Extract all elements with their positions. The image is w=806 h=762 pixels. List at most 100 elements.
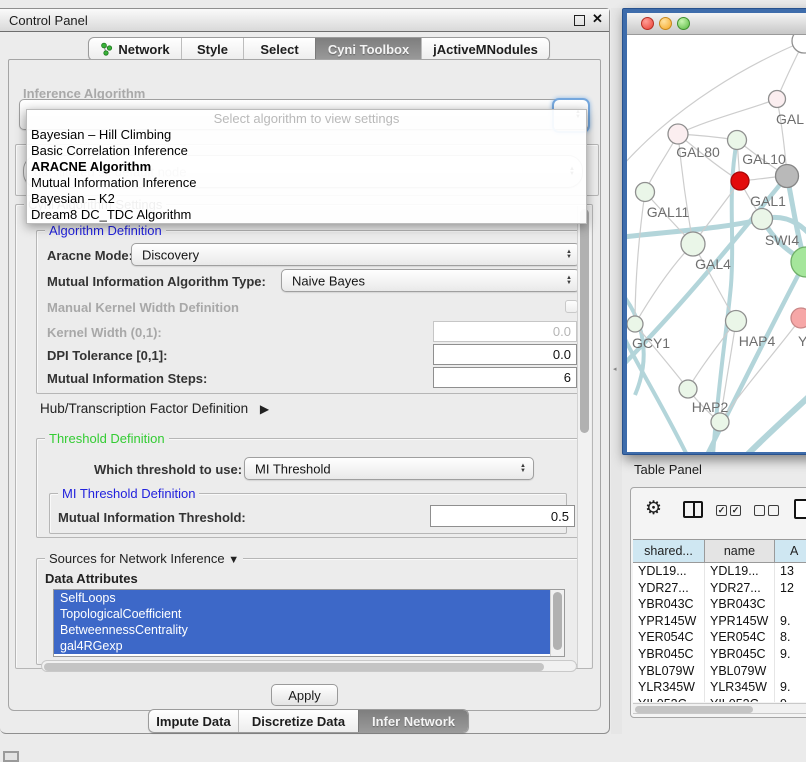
cell-value[interactable]: 9. — [775, 613, 806, 630]
close-window-button[interactable] — [641, 17, 654, 30]
cell-value[interactable]: 9. — [775, 679, 806, 696]
tab-infer-network[interactable]: Infer Network — [358, 710, 468, 732]
node-left[interactable] — [627, 316, 643, 332]
cell-shared-name[interactable]: YIL052C — [633, 696, 705, 702]
scrollbar-thumb[interactable] — [44, 663, 544, 671]
select-all-checkbox-icon[interactable]: ✓ — [730, 505, 741, 516]
cell-value[interactable]: 9. — [775, 646, 806, 663]
attribute-item-selected[interactable]: TopologicalCoefficient — [54, 606, 564, 622]
network-window-titlebar[interactable] — [627, 13, 806, 35]
sources-toggle[interactable]: Sources for Network Inference ▼ — [45, 551, 243, 566]
list-horizontal-scrollbar[interactable] — [41, 660, 577, 672]
attribute-item-selected[interactable]: BetweennessCentrality — [54, 622, 564, 638]
gear-icon[interactable]: ⚙ — [645, 497, 662, 520]
attribute-item-selected[interactable]: SelfLoops — [54, 590, 564, 606]
cell-shared-name[interactable]: YBR043C — [633, 596, 705, 613]
cell-name[interactable]: YIL052C — [705, 696, 775, 702]
cell-name[interactable]: YBR045C — [705, 646, 775, 663]
cell-name[interactable]: YLR345W — [705, 679, 775, 696]
node-hap2[interactable] — [679, 380, 697, 398]
scrollbar-thumb[interactable] — [635, 706, 753, 713]
aracne-mode-combo[interactable]: Discovery ▲▼ — [131, 243, 580, 266]
cell-shared-name[interactable]: YBR045C — [633, 646, 705, 663]
cell-shared-name[interactable]: YPR145W — [633, 613, 705, 630]
cell-name[interactable]: YER054C — [705, 629, 775, 646]
node-gal11[interactable] — [636, 183, 655, 202]
mi-steps-field[interactable] — [433, 367, 577, 388]
tab-cyni-toolbox[interactable]: Cyni Toolbox — [315, 38, 421, 60]
cell-name[interactable]: YBL079W — [705, 663, 775, 680]
cell-value[interactable]: 8. — [775, 629, 806, 646]
dpi-tolerance-field[interactable] — [433, 344, 577, 365]
column-header-shared-name[interactable]: shared... — [633, 540, 705, 562]
popup-item[interactable]: Dream8 DC_TDC Algorithm — [27, 207, 586, 223]
tab-impute-data[interactable]: Impute Data — [149, 710, 238, 732]
cell-shared-name[interactable]: YDR27... — [633, 580, 705, 597]
cell-name[interactable]: YDL19... — [705, 563, 775, 580]
control-panel-titlebar[interactable]: Control Panel ✕ — [0, 9, 609, 32]
node-hap4[interactable] — [726, 311, 747, 332]
list-vertical-scrollbar[interactable] — [550, 590, 564, 656]
tab-style[interactable]: Style — [181, 38, 243, 60]
cell-shared-name[interactable]: YDL19... — [633, 563, 705, 580]
data-attributes-list[interactable]: SelfLoops TopologicalCoefficient Between… — [53, 589, 565, 657]
cell-value[interactable]: 9. — [775, 696, 806, 702]
zoom-window-button[interactable] — [677, 17, 690, 30]
select-all-checkbox-icon[interactable]: ✓ — [716, 505, 727, 516]
mi-threshold-field[interactable] — [430, 505, 575, 527]
popup-item[interactable]: Bayesian – K2 — [27, 191, 586, 207]
mi-algorithm-type-combo[interactable]: Naive Bayes ▲▼ — [281, 269, 580, 292]
network-canvas[interactable]: GAL GAL80 GAL10 GAL1 GAL11 SWI4 GAL4 GCY… — [627, 35, 806, 452]
hub-definition-toggle[interactable]: Hub/Transcription Factor Definition ▶ — [40, 401, 269, 416]
table-row[interactable]: YDR27... YDR27... 12 — [633, 580, 806, 597]
apply-button[interactable]: Apply — [271, 684, 338, 706]
split-divider[interactable]: ◂ — [611, 8, 622, 734]
cell-value[interactable]: 13 — [775, 563, 806, 580]
new-table-icon[interactable] — [794, 499, 806, 519]
table-row[interactable]: YBR045C YBR045C 9. — [633, 646, 806, 663]
table-row[interactable]: YIL052C YIL052C 9. — [633, 696, 806, 702]
tab-network[interactable]: Network — [89, 38, 181, 60]
column-header-name[interactable]: name — [705, 540, 775, 562]
cell-value[interactable] — [775, 596, 806, 613]
node-gray[interactable] — [776, 165, 799, 188]
deselect-all-checkbox-icon[interactable] — [754, 505, 765, 516]
node-gal1[interactable] — [731, 172, 749, 190]
node-unlabeled[interactable] — [792, 35, 806, 53]
kernel-width-field[interactable] — [433, 321, 577, 342]
table-row[interactable]: YPR145W YPR145W 9. — [633, 613, 806, 630]
cell-name[interactable]: YPR145W — [705, 613, 775, 630]
cell-shared-name[interactable]: YLR345W — [633, 679, 705, 696]
divider-collapse-icon[interactable]: ◂ — [613, 365, 617, 373]
popup-item[interactable]: Bayesian – Hill Climbing — [27, 127, 586, 143]
tab-discretize-data[interactable]: Discretize Data — [238, 710, 358, 732]
node-gal80[interactable] — [668, 124, 688, 144]
scrollbar-thumb[interactable] — [580, 209, 589, 433]
column-header-clipped[interactable]: A — [775, 540, 806, 562]
attribute-item-selected[interactable]: gal4RGexp — [54, 638, 564, 654]
settings-vertical-scrollbar[interactable] — [577, 206, 591, 668]
table-row[interactable]: YBL079W YBL079W — [633, 663, 806, 680]
cell-name[interactable]: YDR27... — [705, 580, 775, 597]
cell-shared-name[interactable]: YBL079W — [633, 663, 705, 680]
table-row[interactable]: YER054C YER054C 8. — [633, 629, 806, 646]
table-body[interactable]: YDL19... YDL19... 13 YDR27... YDR27... 1… — [633, 563, 806, 702]
deselect-all-checkbox-icon[interactable] — [768, 505, 779, 516]
show-columns-icon[interactable] — [683, 501, 703, 518]
node-gal10[interactable] — [728, 131, 747, 150]
cell-shared-name[interactable]: YER054C — [633, 629, 705, 646]
float-window-icon[interactable] — [574, 15, 585, 26]
minimized-panel-icon[interactable] — [3, 751, 19, 762]
cell-value[interactable] — [775, 663, 806, 680]
node-gal4[interactable] — [681, 232, 705, 256]
table-row[interactable]: YBR043C YBR043C — [633, 596, 806, 613]
tab-select[interactable]: Select — [243, 38, 315, 60]
node-gal7[interactable] — [769, 91, 786, 108]
table-row[interactable]: YDL19... YDL19... 13 — [633, 563, 806, 580]
which-threshold-combo[interactable]: MI Threshold ▲▼ — [244, 457, 534, 480]
cell-value[interactable]: 12 — [775, 580, 806, 597]
popup-item[interactable]: Mutual Information Inference — [27, 175, 586, 191]
node-swi4[interactable] — [752, 209, 773, 230]
minimize-window-button[interactable] — [659, 17, 672, 30]
scrollbar-thumb[interactable] — [553, 592, 562, 650]
